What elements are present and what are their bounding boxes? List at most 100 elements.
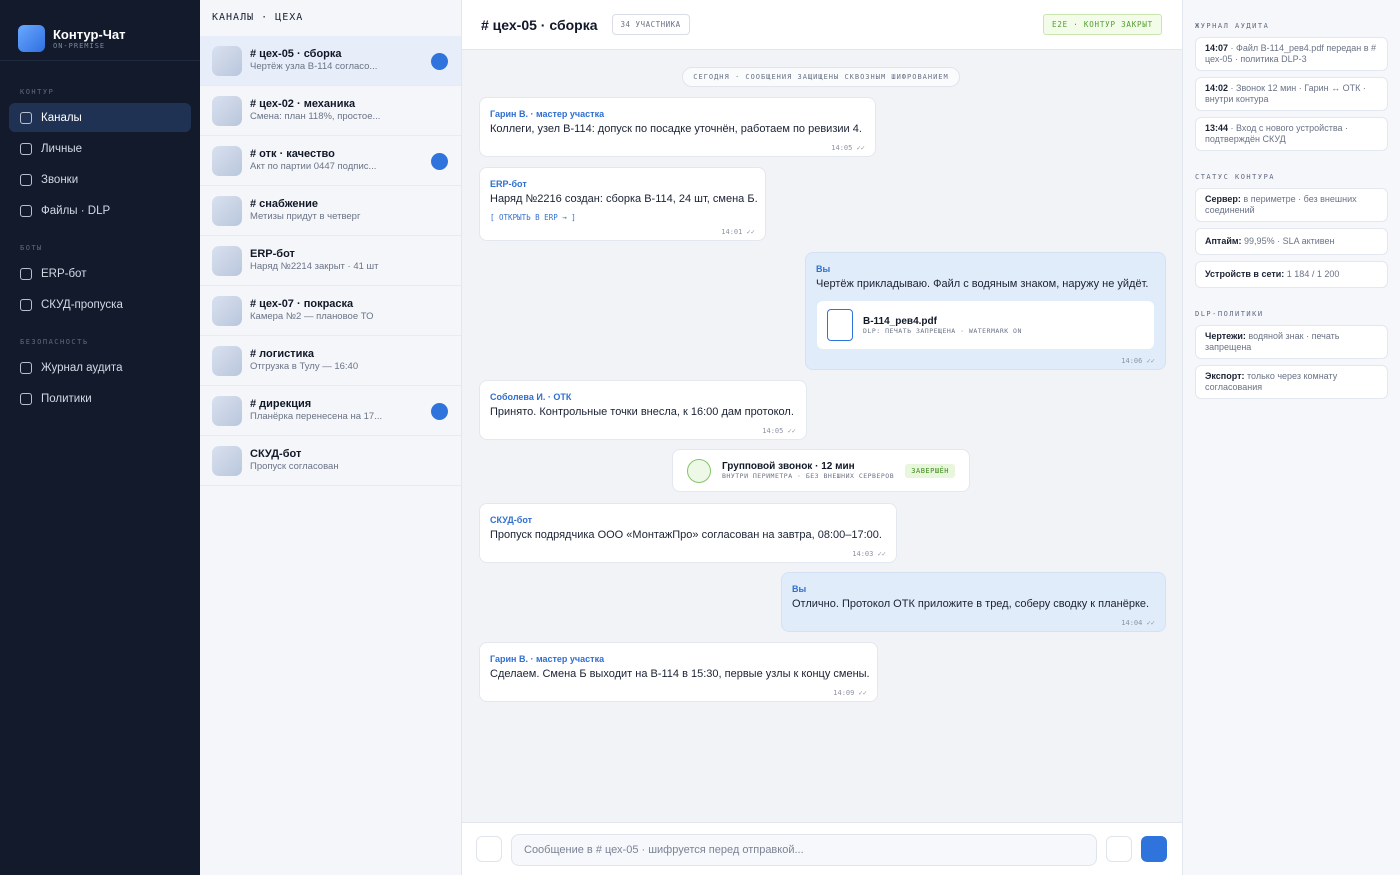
nav-item-label: Звонки	[41, 173, 79, 186]
nav-item-files-dlp[interactable]: Файлы · DLP	[9, 196, 191, 225]
message: Соболева И. · ОТК Принято. Контрольные т…	[479, 380, 807, 440]
channel-item[interactable]: # цех-07 · покраска Камера №2 — плановое…	[200, 286, 461, 336]
unread-badge	[431, 403, 448, 420]
channel-list: КАНАЛЫ · ЦЕХА # цех-05 · сборка Чертёж у…	[200, 0, 462, 875]
channel-preview: Метизы придут в четверг	[250, 211, 361, 222]
channel-item[interactable]: ERP-бот Наряд №2214 закрыт · 41 шт	[200, 236, 461, 286]
attach-icon[interactable]	[476, 836, 502, 862]
nav-item-audit-log[interactable]: Журнал аудита	[9, 353, 191, 382]
audit-icon	[20, 361, 32, 374]
audit-text: · Звонок 12 мин · Гарин ↔ ОТК · внутри к…	[1205, 83, 1366, 104]
nav-section-kontur: КОНТУР	[20, 88, 55, 96]
app-title: Контур-Чат	[53, 27, 126, 42]
badge-icon	[20, 298, 32, 311]
channel-item[interactable]: # снабжение Метизы придут в четверг	[200, 186, 461, 236]
message-author[interactable]: ERP-бот	[490, 177, 755, 191]
message-input[interactable]	[511, 834, 1097, 866]
audit-time: 13:44	[1205, 123, 1229, 133]
message-text: Сделаем. Смена Б выходит на В-114 в 15:3…	[490, 668, 870, 680]
pdf-file-icon	[827, 309, 853, 341]
unread-badge	[431, 153, 448, 170]
security-panel: ЖУРНАЛ АУДИТА 14:07 · Файл В-114_рев4.pd…	[1182, 0, 1400, 875]
channel-item[interactable]: # дирекция Планёрка перенесена на 17...	[200, 386, 461, 436]
day-separator: СЕГОДНЯ · СООБЩЕНИЯ ЗАЩИЩЕНЫ СКВОЗНЫМ ШИ…	[682, 67, 960, 87]
channel-name: ERP-бот	[250, 248, 295, 260]
open-in-erp-link[interactable]: [ ОТКРЫТЬ В ERP → ]	[490, 213, 576, 222]
dlp-policy[interactable]: Чертежи: водяной знак · печать запрещена	[1195, 325, 1388, 359]
channel-preview: Отгрузка в Тулу — 16:40	[250, 361, 359, 372]
channel-item[interactable]: # цех-05 · сборка Чертёж узла В-114 согл…	[200, 36, 461, 86]
dlp-policy[interactable]: Экспорт: только через комнату согласован…	[1195, 365, 1388, 399]
message-text: Наряд №2216 создан: сборка В-114, 24 шт,…	[490, 193, 758, 205]
message-time: 14:05 ✓✓	[831, 144, 865, 152]
dlp-policies-title: DLP-ПОЛИТИКИ	[1195, 310, 1264, 318]
chat-header: # цех-05 · сборка 34 УЧАСТНИКА E2E · КОН…	[462, 0, 1182, 50]
message-author: Вы	[816, 264, 831, 274]
message-author[interactable]: Соболева И. · ОТК	[490, 390, 796, 404]
audit-entry[interactable]: 14:02 · Звонок 12 мин · Гарин ↔ ОТК · вн…	[1195, 77, 1388, 111]
channel-item[interactable]: СКУД-бот Пропуск согласован	[200, 436, 461, 486]
audit-entry[interactable]: 13:44 · Вход с нового устройства · подтв…	[1195, 117, 1388, 151]
nav-item-skud[interactable]: СКУД-пропуска	[9, 290, 191, 319]
channel-avatar	[212, 45, 242, 76]
channel-avatar	[212, 295, 242, 326]
phone-icon	[687, 458, 711, 483]
channel-list-title: КАНАЛЫ · ЦЕХА	[212, 12, 304, 23]
call-title: Групповой звонок · 12 мин	[722, 461, 855, 472]
nav-item-label: СКУД-пропуска	[41, 298, 123, 311]
status-entry: Сервер: в периметре · без внешних соедин…	[1195, 188, 1388, 222]
message: Гарин В. · мастер участка Сделаем. Смена…	[479, 642, 878, 702]
channel-preview: Пропуск согласован	[250, 461, 339, 472]
audit-entry[interactable]: 14:07 · Файл В-114_рев4.pdf передан в # …	[1195, 37, 1388, 71]
audit-log-title: ЖУРНАЛ АУДИТА	[1195, 22, 1270, 30]
message-time: 14:06 ✓✓	[1121, 357, 1155, 365]
channel-preview: Наряд №2214 закрыт · 41 шт	[250, 261, 379, 272]
message-time: 14:09 ✓✓	[833, 689, 867, 697]
message-time: 14:03 ✓✓	[852, 550, 886, 558]
channel-name: # цех-07 · покраска	[250, 298, 354, 310]
files-icon	[20, 204, 32, 217]
channel-avatar	[212, 95, 242, 126]
send-button[interactable]	[1141, 836, 1167, 862]
channel-avatar	[212, 145, 242, 176]
channel-avatar	[212, 445, 242, 476]
message-text: Коллеги, узел В-114: допуск по посадке у…	[490, 123, 862, 135]
file-attachment[interactable]: В-114_рев4.pdf DLP: ПЕЧАТЬ ЗАПРЕЩЕНА · W…	[817, 301, 1154, 349]
message-author[interactable]: Гарин В. · мастер участка	[490, 107, 865, 121]
channel-item[interactable]: # логистика Отгрузка в Тулу — 16:40	[200, 336, 461, 386]
nav-item-policies[interactable]: Политики	[9, 384, 191, 413]
channel-item[interactable]: # отк · качество Акт по партии 0447 подп…	[200, 136, 461, 186]
message-composer	[462, 822, 1182, 875]
message-time: 14:04 ✓✓	[1121, 619, 1155, 627]
nav-item-calls[interactable]: Звонки	[9, 165, 191, 194]
audit-text: · Файл В-114_рев4.pdf передан в # цех-05…	[1205, 43, 1377, 64]
status-entry: Аптайм: 99,95% · SLA активен	[1195, 228, 1388, 255]
status-entry: Устройств в сети: 1 184 / 1 200	[1195, 261, 1388, 288]
call-summary-card[interactable]: Групповой звонок · 12 мин ВНУТРИ ПЕРИМЕТ…	[672, 449, 970, 492]
emoji-icon[interactable]	[1106, 836, 1132, 862]
channel-name: # дирекция	[250, 398, 312, 410]
status-key: Устройств в сети:	[1205, 269, 1285, 279]
message-author[interactable]: Гарин В. · мастер участка	[490, 652, 867, 666]
message-author: Вы	[792, 584, 807, 594]
nav-item-channels[interactable]: Каналы	[9, 103, 191, 132]
message-author[interactable]: СКУД-бот	[490, 513, 886, 527]
nav-item-label: Файлы · DLP	[41, 204, 111, 217]
channel-preview: Смена: план 118%, простое...	[250, 111, 381, 122]
nav-item-erp-bot[interactable]: ERP-бот	[9, 259, 191, 288]
channel-avatar	[212, 345, 242, 376]
channel-item[interactable]: # цех-02 · механика Смена: план 118%, пр…	[200, 86, 461, 136]
attachment-dlp-meta: DLP: ПЕЧАТЬ ЗАПРЕЩЕНА · WATERMARK ON	[863, 326, 1022, 335]
message: ERP-бот Наряд №2216 создан: сборка В-114…	[479, 167, 766, 241]
members-count[interactable]: 34 УЧАСТНИКА	[611, 14, 690, 35]
attachment-name: В-114_рев4.pdf	[863, 315, 937, 327]
nav-section-bots: БОТЫ	[20, 244, 43, 252]
message: Гарин В. · мастер участка Коллеги, узел …	[479, 97, 876, 157]
channels-icon	[20, 111, 32, 124]
message-text: Принято. Контрольные точки внесла, к 16:…	[490, 406, 794, 418]
nav-item-label: Журнал аудита	[41, 361, 123, 374]
nav-item-label: Каналы	[41, 111, 82, 124]
nav-item-direct[interactable]: Личные	[9, 134, 191, 163]
message: СКУД-бот Пропуск подрядчика ООО «МонтажП…	[479, 503, 897, 563]
policy-key: Чертежи:	[1205, 331, 1246, 341]
